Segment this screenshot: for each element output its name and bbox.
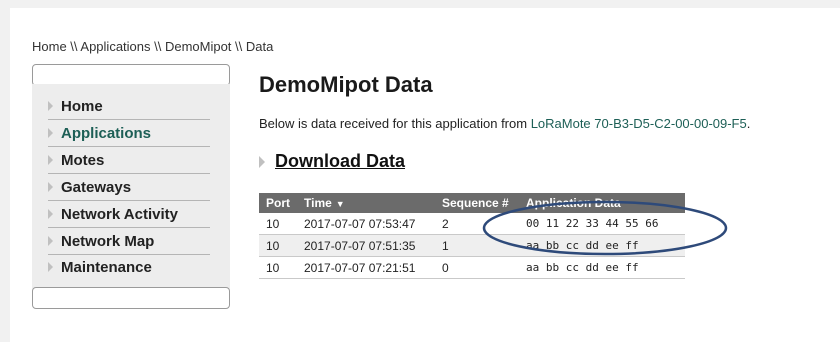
sidebar-item-applications[interactable]: Applications (48, 120, 210, 147)
cell-sequence: 0 (435, 256, 519, 279)
intro-prefix: Below is data received for this applicat… (259, 116, 531, 131)
table-row: 10 2017-07-07 07:21:51 0 aa bb cc dd ee … (259, 256, 685, 279)
column-header-port[interactable]: Port (259, 193, 297, 213)
chevron-right-icon (48, 209, 53, 219)
breadcrumb: Home \\ Applications \\ DemoMipot \\ Dat… (32, 39, 274, 54)
sidebar-item-label: Gateways (61, 178, 132, 196)
cell-sequence: 1 (435, 234, 519, 257)
download-data-label: Download Data (275, 151, 406, 171)
column-header-time-label: Time (304, 196, 332, 210)
cell-port: 10 (259, 234, 297, 257)
cell-sequence: 2 (435, 213, 519, 235)
chevron-right-icon (48, 155, 53, 165)
cell-application-data: aa bb cc dd ee ff (519, 256, 685, 279)
chevron-right-icon (48, 101, 53, 111)
chevron-right-icon (48, 236, 53, 246)
page-title: DemoMipot Data (259, 72, 433, 97)
sidebar-bottom-cap (32, 287, 230, 309)
sidebar-item-label: Maintenance (61, 258, 152, 276)
cell-application-data: 00 11 22 33 44 55 66 (519, 213, 685, 235)
sidebar-item-network-map[interactable]: Network Map (48, 228, 210, 255)
cell-port: 10 (259, 213, 297, 235)
chevron-right-icon (48, 262, 53, 272)
column-header-application-data[interactable]: Application Data (519, 193, 685, 213)
sort-down-icon: ▼ (335, 199, 345, 209)
cell-application-data: aa bb cc dd ee ff (519, 234, 685, 257)
sidebar-item-network-activity[interactable]: Network Activity (48, 201, 210, 228)
cell-port: 10 (259, 256, 297, 279)
sidebar-item-home[interactable]: Home (48, 93, 210, 120)
cell-time: 2017-07-07 07:51:35 (297, 234, 435, 257)
intro-suffix: . (746, 116, 751, 131)
mote-link[interactable]: LoRaMote 70-B3-D5-C2-00-00-09-F5 (531, 116, 747, 131)
column-header-sequence[interactable]: Sequence # (435, 193, 519, 213)
sidebar-item-maintenance[interactable]: Maintenance (48, 254, 210, 280)
chevron-right-icon (48, 182, 53, 192)
sidebar-item-label: Network Map (61, 232, 155, 250)
cell-time: 2017-07-07 07:53:47 (297, 213, 435, 235)
cell-time: 2017-07-07 07:21:51 (297, 256, 435, 279)
chevron-right-icon (48, 128, 53, 138)
sidebar-top-cap (32, 64, 230, 86)
sidebar-item-label: Applications (61, 124, 152, 142)
download-data-link[interactable]: Download Data (259, 151, 405, 172)
data-table: Port Time ▼ Sequence # Application Data 1… (259, 193, 685, 279)
sidebar-item-label: Network Activity (61, 205, 178, 223)
intro-text: Below is data received for this applicat… (259, 116, 750, 131)
table-header-row: Port Time ▼ Sequence # Application Data (259, 193, 685, 213)
sidebar-item-gateways[interactable]: Gateways (48, 174, 210, 201)
sidebar-item-motes[interactable]: Motes (48, 147, 210, 174)
sidebar-item-label: Motes (61, 151, 105, 169)
column-header-time[interactable]: Time ▼ (297, 193, 435, 213)
chevron-right-icon (259, 155, 265, 168)
sidebar-item-label: Home (61, 97, 103, 115)
table-row: 10 2017-07-07 07:53:47 2 00 11 22 33 44 … (259, 213, 685, 235)
table-row: 10 2017-07-07 07:51:35 1 aa bb cc dd ee … (259, 234, 685, 257)
